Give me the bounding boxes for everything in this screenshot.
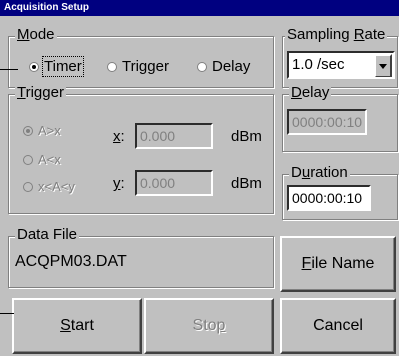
mode-radio-trigger-label: Trigger (122, 58, 169, 75)
sampling-rate-label: Sampling Rate (285, 26, 388, 44)
callout-line (0, 313, 14, 314)
radio-selected-icon (23, 125, 33, 136)
data-file-value: ACQPM03.DAT (15, 253, 127, 270)
duration-label: Duration (289, 164, 350, 182)
trigger-radio-a-lt-x-label: A<x (38, 152, 61, 167)
cancel-button[interactable]: Cancel (280, 298, 396, 354)
window-title: Acquisition Setup (0, 0, 399, 16)
callout-line (0, 69, 18, 70)
radio-icon (107, 61, 117, 72)
radio-icon (23, 181, 33, 192)
delay-group: Delay 0000:00:10 (282, 84, 398, 152)
trigger-radio-a-gt-x[interactable]: A>x (23, 123, 61, 138)
trigger-radio-a-gt-x-label: A>x (38, 123, 61, 138)
radio-icon (197, 61, 207, 72)
mode-radio-delay[interactable]: Delay (197, 58, 250, 75)
trigger-x-label: x: (113, 128, 125, 145)
cancel-button-label: Cancel (313, 317, 363, 334)
delay-input[interactable]: 0000:00:10 (287, 109, 367, 135)
file-name-button[interactable]: File Name (280, 236, 396, 292)
sampling-rate-dropdown[interactable]: 1.0 /sec (287, 51, 395, 79)
dropdown-arrow-icon[interactable] (374, 54, 392, 77)
mode-radio-delay-label: Delay (212, 58, 251, 75)
trigger-y-input[interactable]: 0.000 (135, 170, 213, 196)
stop-button[interactable]: Sto p (144, 298, 274, 354)
radio-selected-icon (29, 61, 39, 72)
acquisition-setup-dialog: Acquisition Setup Mode Timer Trigger Del… (0, 0, 399, 356)
mode-group-label: Mode (15, 26, 57, 44)
sampling-rate-value: 1.0 /sec (292, 56, 345, 73)
sampling-rate-group: Sampling Rate 1.0 /sec (282, 26, 398, 88)
data-file-label: Data File (15, 226, 80, 244)
duration-group: Duration 0000:00:10 (282, 164, 398, 220)
trigger-x-unit: dBm (231, 128, 262, 145)
mode-radio-trigger[interactable]: Trigger (107, 58, 169, 75)
data-file-group: Data File ACQPM03.DAT (8, 226, 274, 288)
duration-input[interactable]: 0000:00:10 (287, 185, 371, 211)
trigger-radio-range[interactable]: x<A<y (23, 179, 75, 194)
mode-group: Mode Timer Trigger Delay (8, 26, 274, 88)
trigger-radio-a-lt-x[interactable]: A<x (23, 152, 61, 167)
trigger-group: Trigger A>x A<x x<A<y x: 0.000 dBm y: 0.… (8, 84, 274, 214)
trigger-x-input[interactable]: 0.000 (135, 123, 213, 149)
trigger-y-label: y: (113, 175, 125, 192)
mode-radio-timer[interactable]: Timer (29, 56, 84, 77)
trigger-radio-range-label: x<A<y (38, 179, 75, 194)
delay-label: Delay (289, 84, 332, 102)
trigger-group-label: Trigger (15, 84, 66, 102)
radio-icon (23, 154, 33, 165)
trigger-y-unit: dBm (231, 175, 262, 192)
start-button[interactable]: Start (12, 298, 142, 354)
mode-radio-timer-label: Timer (42, 56, 84, 77)
